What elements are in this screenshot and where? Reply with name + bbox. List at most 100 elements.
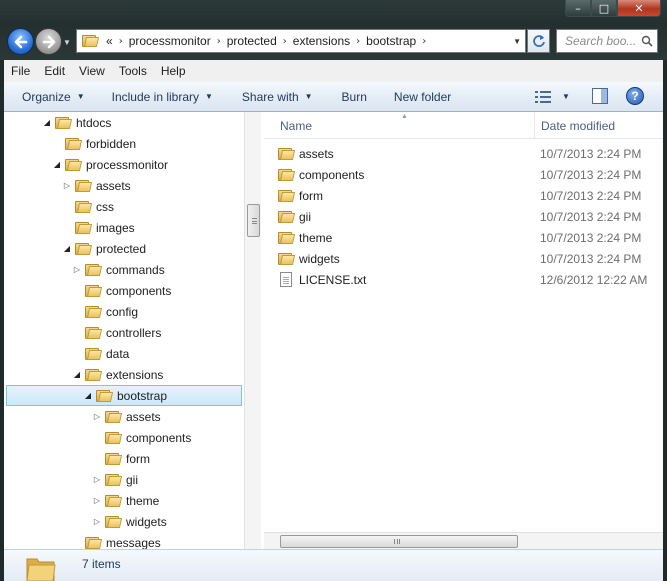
- close-button[interactable]: ✕: [617, 0, 661, 17]
- chevron-right-icon[interactable]: ›: [119, 36, 123, 47]
- column-divider[interactable]: [534, 112, 535, 139]
- menu-edit[interactable]: Edit: [37, 64, 72, 78]
- refresh-button[interactable]: [527, 29, 550, 53]
- include-in-library-button[interactable]: Include in library ▼: [100, 90, 228, 104]
- collapsed-arrow-icon[interactable]: ▷: [92, 412, 102, 421]
- address-history-dropdown[interactable]: ▼: [513, 37, 521, 46]
- tree-item[interactable]: ◢ extensions: [72, 364, 163, 385]
- tree-item[interactable]: ▷ commands: [72, 259, 165, 280]
- expanded-arrow-icon[interactable]: ◢: [62, 244, 72, 253]
- tree-item[interactable]: components: [72, 280, 171, 301]
- recent-pages-dropdown[interactable]: ▼: [63, 38, 71, 47]
- expanded-arrow-icon[interactable]: ◢: [42, 118, 52, 127]
- file-row[interactable]: widgets 10/7/2013 2:24 PM: [278, 248, 658, 269]
- address-bar[interactable]: « › processmonitor › protected › extensi…: [76, 29, 526, 53]
- scrollbar-thumb[interactable]: [247, 204, 260, 237]
- arrow-right-icon: [42, 35, 55, 48]
- tree-item[interactable]: css: [62, 196, 114, 217]
- share-with-button[interactable]: Share with ▼: [228, 90, 328, 104]
- organize-button[interactable]: Organize ▼: [4, 90, 100, 104]
- folder-icon: [278, 147, 296, 161]
- new-folder-button[interactable]: New folder: [382, 90, 466, 104]
- file-row[interactable]: gii 10/7/2013 2:24 PM: [278, 206, 658, 227]
- folder-icon: [55, 116, 73, 130]
- forward-button[interactable]: [35, 28, 62, 55]
- folder-icon: [85, 263, 103, 277]
- scrollbar-thumb[interactable]: [280, 535, 518, 548]
- folder-icon: [105, 410, 123, 424]
- more-views-dropdown[interactable]: ▼: [562, 92, 570, 101]
- tree-item[interactable]: form: [92, 448, 150, 469]
- file-row[interactable]: theme 10/7/2013 2:24 PM: [278, 227, 658, 248]
- file-row[interactable]: components 10/7/2013 2:24 PM: [278, 164, 658, 185]
- collapsed-arrow-icon[interactable]: ▷: [92, 496, 102, 505]
- column-header-date-modified[interactable]: Date modified: [541, 119, 615, 133]
- search-icon[interactable]: [641, 35, 653, 47]
- navigation-scrollbar[interactable]: [244, 112, 261, 549]
- collapsed-arrow-icon[interactable]: ▷: [92, 475, 102, 484]
- expanded-arrow-icon[interactable]: ◢: [52, 160, 62, 169]
- burn-button[interactable]: Burn: [328, 90, 382, 104]
- file-row[interactable]: assets 10/7/2013 2:24 PM: [278, 143, 658, 164]
- menu-file[interactable]: File: [4, 64, 37, 78]
- tree-item[interactable]: controllers: [72, 322, 161, 343]
- chevron-right-icon[interactable]: ›: [356, 36, 360, 47]
- expanded-arrow-icon[interactable]: ◢: [83, 391, 93, 400]
- title-bar: – □ ✕ ▼ « › processmonitor › protected ›…: [0, 0, 667, 60]
- breadcrumb-protected[interactable]: protected: [227, 34, 277, 48]
- tree-item[interactable]: ◢ processmonitor: [52, 154, 168, 175]
- menu-view[interactable]: View: [72, 64, 112, 78]
- tree-item-label: extensions: [106, 367, 164, 382]
- tree-item[interactable]: data: [72, 343, 129, 364]
- collapsed-arrow-icon[interactable]: ▷: [72, 265, 82, 274]
- tree-item-label: commands: [106, 262, 165, 277]
- expanded-arrow-icon[interactable]: ◢: [72, 370, 82, 379]
- breadcrumb-bootstrap[interactable]: bootstrap: [366, 34, 416, 48]
- folder-icon: [85, 536, 103, 550]
- chevron-right-icon[interactable]: ›: [422, 36, 426, 47]
- change-view-icon[interactable]: [535, 90, 551, 104]
- chevron-right-icon[interactable]: ›: [283, 36, 287, 47]
- collapsed-arrow-icon[interactable]: ▷: [92, 517, 102, 526]
- search-input[interactable]: Search boo...: [556, 29, 658, 53]
- column-headers: Name ▲ Date modified: [264, 112, 663, 139]
- tree-item-label: components: [126, 430, 192, 445]
- folder-icon: [278, 168, 296, 182]
- tree-item[interactable]: ▷ gii: [92, 469, 138, 490]
- tree-item[interactable]: ◢ bootstrap: [6, 385, 242, 406]
- tree-item[interactable]: ◢ protected: [62, 238, 146, 259]
- preview-pane-icon[interactable]: [592, 88, 608, 104]
- tree-item[interactable]: ▷ widgets: [92, 511, 167, 532]
- folder-icon: [96, 389, 114, 403]
- breadcrumb-processmonitor[interactable]: processmonitor: [129, 34, 211, 48]
- help-button[interactable]: ?: [626, 87, 644, 105]
- tree-item[interactable]: components: [92, 427, 191, 448]
- chevron-right-icon[interactable]: ›: [217, 36, 221, 47]
- menu-help[interactable]: Help: [154, 64, 193, 78]
- horizontal-scrollbar[interactable]: [264, 532, 663, 549]
- organize-label: Organize: [22, 89, 71, 104]
- maximize-button[interactable]: □: [591, 0, 617, 17]
- tree-item[interactable]: messages: [72, 532, 161, 549]
- share-label: Share with: [241, 89, 299, 104]
- tree-item[interactable]: ◢ htdocs: [42, 112, 111, 133]
- new-folder-label: New folder: [393, 89, 452, 104]
- file-row[interactable]: LICENSE.txt 12/6/2012 12:22 AM: [278, 269, 658, 290]
- collapsed-arrow-icon[interactable]: ▷: [62, 181, 72, 190]
- tree-item[interactable]: forbidden: [52, 133, 136, 154]
- breadcrumb-extensions[interactable]: extensions: [293, 34, 350, 48]
- address-chevron[interactable]: «: [106, 34, 113, 48]
- folder-icon: [105, 431, 123, 445]
- tree-item[interactable]: config: [72, 301, 138, 322]
- minimize-button[interactable]: –: [565, 0, 591, 17]
- file-row[interactable]: form 10/7/2013 2:24 PM: [278, 185, 658, 206]
- details-pane: 7 items: [4, 549, 663, 581]
- file-name: widgets: [299, 251, 340, 266]
- tree-item[interactable]: ▷ theme: [92, 490, 159, 511]
- tree-item[interactable]: ▷ assets: [62, 175, 131, 196]
- menu-tools[interactable]: Tools: [112, 64, 154, 78]
- tree-item[interactable]: images: [62, 217, 135, 238]
- tree-item[interactable]: ▷ assets: [92, 406, 161, 427]
- back-button[interactable]: [7, 28, 34, 55]
- column-header-name[interactable]: Name: [280, 119, 312, 133]
